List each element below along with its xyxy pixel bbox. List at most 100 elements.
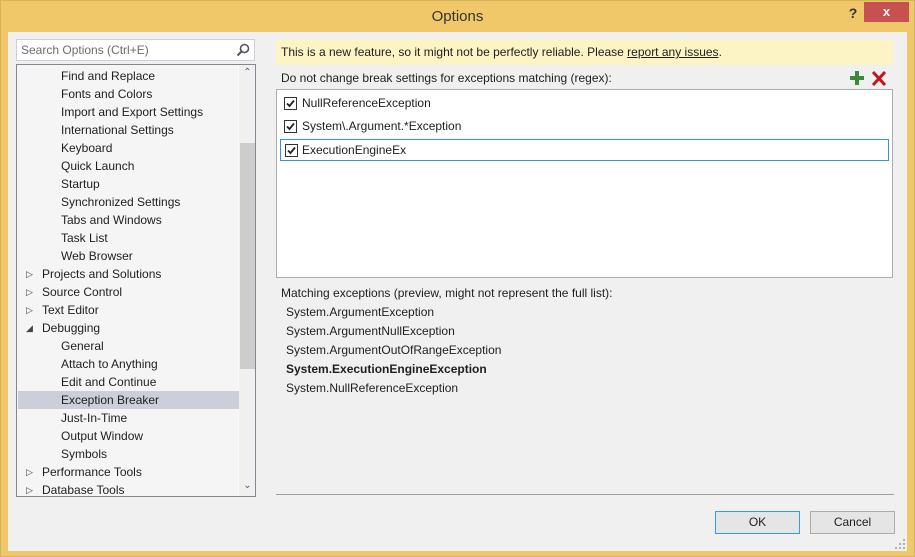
tree-item[interactable]: ▷ Database Tools (18, 481, 239, 497)
tree-item[interactable]: Web Browser (18, 247, 239, 265)
tree-item-label: Source Control (42, 285, 123, 299)
tree-item[interactable]: Attach to Anything (18, 355, 239, 373)
cancel-button[interactable]: Cancel (810, 511, 895, 534)
tree-item-label: Performance Tools (42, 465, 142, 479)
pattern-text: NullReferenceException (302, 96, 431, 110)
options-dialog: Options ? x ⌃ ⌄ Find and Replace Fonts an… (0, 0, 915, 557)
collapsed-triangle-icon[interactable]: ▷ (26, 463, 36, 481)
tree-scrollbar[interactable]: ⌃ ⌄ (238, 65, 255, 496)
tree-item-label: Task List (61, 231, 108, 245)
search-input[interactable] (17, 40, 227, 60)
tree-item-label: Projects and Solutions (42, 267, 162, 281)
scroll-up-arrow-icon[interactable]: ⌃ (239, 67, 255, 81)
collapsed-triangle-icon[interactable]: ▷ (26, 301, 36, 319)
tree-item-label: Debugging (42, 321, 101, 335)
regex-row[interactable] (280, 139, 889, 161)
tree-item-label: Web Browser (61, 249, 133, 263)
matching-exception-item: System.NullReferenceException (286, 381, 459, 395)
tree-item[interactable]: Import and Export Settings (18, 103, 239, 121)
expanded-triangle-icon[interactable]: ◢ (26, 319, 36, 337)
matching-exceptions-label: Matching exceptions (preview, might not … (281, 286, 613, 300)
tree-item-label: International Settings (61, 123, 174, 137)
tree-item-label: Quick Launch (61, 159, 135, 173)
delete-x-icon (871, 70, 887, 87)
tree-item-label: Attach to Anything (61, 357, 158, 371)
checkmark-icon (286, 122, 295, 131)
tree-item[interactable]: Startup (18, 175, 239, 193)
regex-list-label: Do not change break settings for excepti… (281, 71, 612, 85)
tree-item-label: Edit and Continue (61, 375, 157, 389)
tree-item[interactable]: Exception Breaker (18, 391, 239, 409)
tree-item[interactable]: International Settings (18, 121, 239, 139)
search-icon[interactable] (236, 43, 250, 57)
tree-item[interactable]: Output Window (18, 427, 239, 445)
notice-suffix: . (718, 45, 722, 59)
collapsed-triangle-icon[interactable]: ▷ (26, 265, 36, 283)
tree-item[interactable]: Tabs and Windows (18, 211, 239, 229)
tree-item[interactable]: ▷ Source Control (18, 283, 239, 301)
dialog-title: Options (431, 8, 484, 25)
ok-button[interactable]: OK (715, 511, 800, 534)
matching-exception-item: System.ArgumentOutOfRangeException (286, 343, 502, 357)
report-issues-link[interactable]: report any issues (627, 45, 718, 59)
plus-icon (850, 71, 864, 85)
tree-item-label: Database Tools (42, 483, 125, 497)
scroll-thumb[interactable] (240, 143, 255, 369)
title-bar[interactable]: Options ? x (1, 1, 914, 33)
tree-item[interactable]: Fonts and Colors (18, 85, 239, 103)
help-button[interactable]: ? (845, 3, 861, 23)
pattern-edit-input[interactable] (302, 141, 882, 159)
tree-item[interactable]: Synchronized Settings (18, 193, 239, 211)
tree-item[interactable]: Symbols (18, 445, 239, 463)
tree-item[interactable]: Find and Replace (18, 67, 239, 85)
close-icon: x (882, 4, 891, 19)
checkmark-icon (286, 99, 295, 108)
tree-item-label: General (61, 339, 104, 353)
tree-item-label: Symbols (61, 447, 108, 461)
matching-exception-item: System.ExecutionEngineException (286, 362, 487, 376)
scroll-down-arrow-icon[interactable]: ⌄ (239, 480, 255, 494)
regex-pattern-list[interactable]: NullReferenceException System\.Argument.*… (276, 89, 893, 278)
tree-item[interactable]: Edit and Continue (18, 373, 239, 391)
regex-row[interactable]: System\.Argument.*Exception (280, 116, 889, 138)
tree-item-label: Import and Export Settings (61, 105, 204, 119)
tree-item-label: Find and Replace (61, 69, 156, 83)
tree-item-label: Text Editor (42, 303, 99, 317)
tree-item-label: Exception Breaker (61, 393, 160, 407)
enabled-checkbox[interactable] (284, 97, 297, 110)
tree-item[interactable]: ▷ Text Editor (18, 301, 239, 319)
matching-exception-item: System.ArgumentNullException (286, 324, 455, 338)
matching-exception-item: System.ArgumentException (286, 305, 435, 319)
enabled-checkbox[interactable] (285, 144, 298, 157)
tree-item[interactable]: ▷ Projects and Solutions (18, 265, 239, 283)
tree-item[interactable]: Task List (18, 229, 239, 247)
delete-pattern-button[interactable] (871, 69, 887, 87)
tree-item-label: Tabs and Windows (61, 213, 162, 227)
tree-item[interactable]: Keyboard (18, 139, 239, 157)
notice-text: This is a new feature, so it might not b… (281, 45, 628, 59)
dialog-client-area: ⌃ ⌄ Find and Replace Fonts and Colors Impo… (8, 32, 907, 551)
collapsed-triangle-icon[interactable]: ▷ (26, 283, 36, 301)
tree-item-label: Keyboard (61, 141, 113, 155)
tree-item-label: Fonts and Colors (61, 87, 153, 101)
search-box[interactable] (16, 39, 255, 61)
add-pattern-button[interactable] (849, 69, 865, 87)
tree-item[interactable]: ▷ Performance Tools (18, 463, 239, 481)
tree-item[interactable]: General (18, 337, 239, 355)
checkmark-icon (287, 146, 296, 155)
tree-item-label: Output Window (61, 429, 144, 443)
tree-item[interactable]: ◢ Debugging (18, 319, 239, 337)
beta-notice-banner: This is a new feature, so it might not b… (276, 39, 893, 65)
tree-item[interactable]: Quick Launch (18, 157, 239, 175)
options-tree[interactable]: ⌃ ⌄ Find and Replace Fonts and Colors Impo… (16, 64, 256, 497)
resize-grip-icon[interactable] (895, 539, 905, 549)
tree-item-label: Startup (61, 177, 100, 191)
regex-row[interactable]: NullReferenceException (280, 93, 889, 115)
enabled-checkbox[interactable] (284, 120, 297, 133)
pattern-text: System\.Argument.*Exception (302, 119, 462, 133)
tree-item[interactable]: Just-In-Time (18, 409, 239, 427)
collapsed-triangle-icon[interactable]: ▷ (26, 481, 36, 496)
close-button[interactable]: x (864, 2, 909, 22)
tree-item-label: Just-In-Time (61, 411, 128, 425)
footer-separator (276, 494, 894, 495)
